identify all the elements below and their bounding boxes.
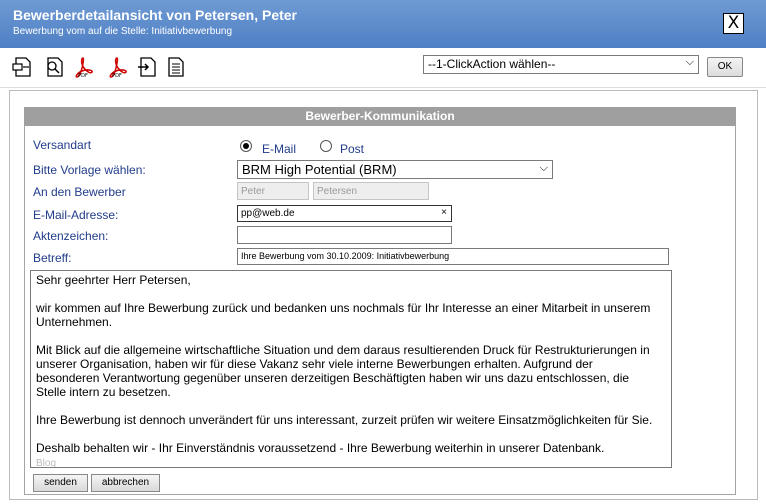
message-text: Sehr geehrter Herr Petersen, wir kommen … <box>36 271 656 468</box>
versandart-label: Versandart <box>33 138 92 152</box>
radio-post-label: Post <box>340 142 365 156</box>
document-search-icon[interactable] <box>44 56 66 78</box>
window-title: Bewerberdetailansicht von Petersen, Pete… <box>13 7 297 23</box>
svg-text:PDF: PDF <box>78 73 88 78</box>
betreff-label: Betreff: <box>33 251 72 265</box>
email-label: E-Mail-Adresse: <box>33 208 119 222</box>
vorname-field[interactable]: Peter <box>237 182 309 200</box>
message-paragraph: Deshalb behalten wir - Ihr Einverständni… <box>36 441 605 455</box>
document-icon[interactable] <box>12 56 34 78</box>
message-paragraph: Mit Blick auf die allgemeine wirtschaftl… <box>36 343 650 399</box>
message-paragraph: Sehr geehrter Herr Petersen, <box>36 273 191 287</box>
text-document-icon[interactable] <box>165 56 187 78</box>
email-field[interactable]: pp@web.de × <box>237 205 452 222</box>
title-bar: Bewerberdetailansicht von Petersen, Pete… <box>0 0 766 48</box>
message-paragraph: Ihre Bewerbung ist dennoch unverändert f… <box>36 413 653 427</box>
radio-email-label: E-Mail <box>262 142 297 156</box>
nachname-field[interactable]: Petersen <box>313 182 429 200</box>
email-value: pp@web.de <box>241 208 295 219</box>
cancel-button[interactable]: abbrechen <box>91 474 160 492</box>
vorlage-value: BRM High Potential (BRM) <box>242 162 397 177</box>
close-button[interactable]: X <box>723 13 744 34</box>
window-subtitle: Bewerbung vom auf die Stelle: Initiativb… <box>13 26 233 37</box>
aktenzeichen-field[interactable] <box>237 226 452 244</box>
pdf-icon[interactable]: PDF <box>72 56 94 78</box>
message-textarea[interactable]: Sehr geehrter Herr Petersen, wir kommen … <box>30 270 672 468</box>
clear-icon[interactable]: × <box>441 207 447 218</box>
message-paragraph: wir kommen auf Ihre Bewerbung zurück und… <box>36 301 651 329</box>
aktenzeichen-label: Aktenzeichen: <box>33 229 109 243</box>
panel-header: Bewerber-Kommunikation <box>24 107 736 126</box>
chevron-down-icon: ⌵ <box>685 56 694 68</box>
vorlage-select[interactable]: BRM High Potential (BRM) ⌵ <box>237 160 553 179</box>
forward-icon[interactable] <box>136 56 158 78</box>
bewerber-label: An den Bewerber <box>33 185 126 199</box>
clickaction-select[interactable]: --1-ClickAction wählen-- ⌵ <box>423 55 699 74</box>
send-button[interactable]: senden <box>33 474 88 492</box>
ok-button[interactable]: OK <box>707 57 743 77</box>
vorlage-label: Bitte Vorlage wählen: <box>33 163 146 177</box>
pdf-icon[interactable]: PDF <box>106 56 128 78</box>
svg-text:PDF: PDF <box>112 73 122 78</box>
radio-post[interactable] <box>320 140 332 152</box>
message-paragraph: Blog <box>36 458 57 468</box>
chevron-down-icon: ⌵ <box>539 162 548 174</box>
clickaction-value: --1-ClickAction wählen-- <box>428 57 556 71</box>
radio-email[interactable] <box>240 140 252 152</box>
betreff-field[interactable]: Ihre Bewerbung vom 30.10.2009: Initiativ… <box>237 248 669 265</box>
